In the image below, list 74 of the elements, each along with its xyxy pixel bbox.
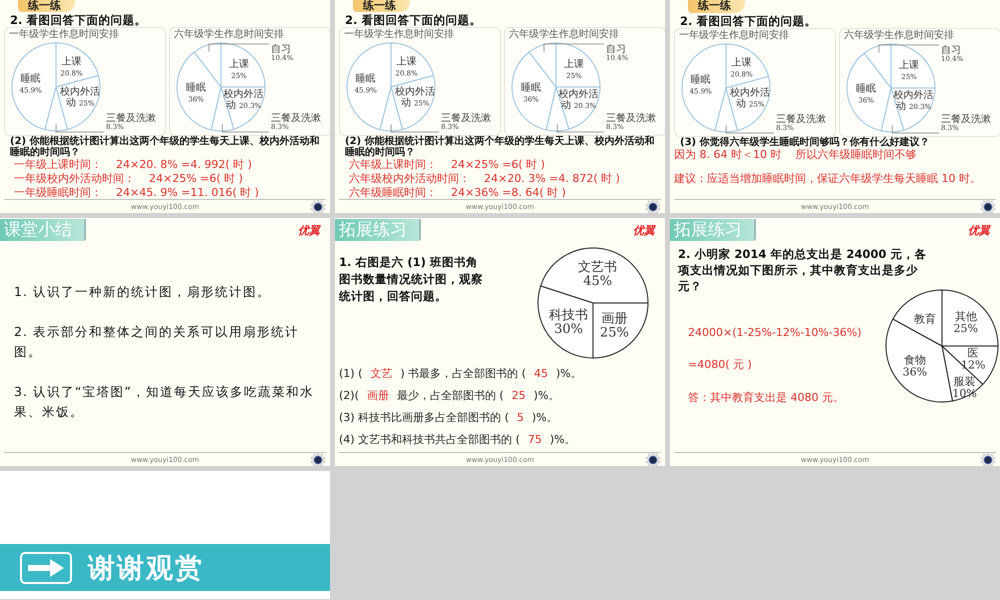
fill-in-sentence: (3) 科技书比画册多占全部图书的 ( 5 )%。: [339, 410, 559, 425]
slice-label: 科技书 30%: [549, 308, 588, 337]
chart-title: 六年级学生作息时间安排: [844, 30, 954, 41]
section-tab: 练一练: [353, 0, 410, 12]
section-tab: 拓展练习: [670, 219, 756, 241]
summary-point: 1. 认识了一种新的统计图，扇形统计图。: [14, 283, 272, 301]
gear-icon: [980, 452, 996, 466]
chart-title: 一年级学生作息时间安排: [344, 29, 454, 40]
slice-label: 食物 36%: [902, 354, 928, 379]
slide[interactable]: [335, 0, 665, 213]
answer-text: 24×36% =8. 64( 时 ): [451, 187, 566, 199]
answer-text: 24×25% =6( 时 ): [149, 173, 243, 185]
leader-line: [56, 124, 104, 132]
summary-point: 3. 认识了“宝塔图”，知道每天应该多吃蔬菜和水果、米饭。: [14, 383, 315, 421]
slice-label: 画册 25%: [600, 311, 629, 340]
leader-line: [222, 124, 270, 132]
gear-icon: [645, 198, 661, 213]
answer-label: 六年级睡眠时间：: [349, 187, 437, 199]
answer-text: 建议：应适当增加睡眠时间，保证六年级学生每天睡眠 10 时。: [674, 173, 981, 185]
question-text: 2. 看图回答下面的问题。: [680, 14, 818, 28]
leader-line: [726, 125, 774, 134]
answer-text: 24×25% =6( 时 ): [451, 159, 545, 171]
leader-line: [556, 124, 604, 132]
summary-point: 2. 表示部分和整体之间的关系可以用扇形统计图。: [14, 323, 300, 361]
prompt-text: (2) 你能根据统计图计算出这两个年级的学生每天上课、校内外活动和睡眠的时间吗？: [345, 136, 656, 158]
leader-line: [390, 124, 440, 132]
question-text: 2. 小明家 2014 年的总支出是 24000 元，各项支出情况如下图所示，其中教育支出是多少元？: [676, 246, 928, 294]
answer-label: 一年级校内外活动时间：: [14, 173, 135, 185]
slice-label: 教育: [914, 312, 936, 326]
answer-label: 因为 8. 64 时＜10 时: [674, 149, 782, 161]
fill-in-sentence: (1) ( 文艺 ) 书最多，占全部图书的 ( 45 )%。: [339, 366, 583, 381]
gear-icon: [980, 198, 996, 213]
answer-text: 所以六年级睡眠时间不够: [795, 149, 916, 161]
section-tab: 课堂小结: [0, 219, 86, 241]
logo: 优翼: [633, 222, 655, 238]
question-text: 1. 右图是六 (1) 班图书角图书数量情况统计图，观察统计图，回答问题。: [339, 254, 484, 305]
answer-label: 一年级睡眠时间：: [14, 187, 102, 199]
prompt-text: (2) 你能根据统计图计算出这两个年级的学生每天上课、校内外活动和睡眠的时间吗？: [10, 136, 321, 158]
leader-line: [544, 44, 604, 52]
section-tab: 拓展练习: [335, 219, 421, 241]
chart-title: 一年级学生作息时间安排: [679, 30, 789, 41]
logo: 优翼: [298, 222, 320, 238]
question-text: 2. 看图回答下面的问题。: [345, 13, 482, 27]
question-text: 2. 看图回答下面的问题。: [10, 13, 148, 27]
gear-icon: [645, 452, 661, 466]
answer-text: 24×20. 8% =4. 992( 时 ): [116, 159, 252, 171]
closing-title: 谢谢观赏: [88, 552, 204, 586]
answer-label: 六年级上课时间：: [349, 159, 437, 171]
slice-label: 其他 25%: [954, 310, 978, 336]
answer-label: 一年级上课时间：: [14, 159, 102, 171]
leader-line: [208, 44, 270, 52]
solution-line: 24000×(1-25%-12%-10%-36%): [688, 326, 862, 339]
solution-line: =4080( 元 ): [688, 357, 753, 372]
slice-label: 医 12%: [961, 346, 986, 372]
chart-title: 一年级学生作息时间安排: [9, 29, 119, 40]
logo: 优翼: [968, 222, 990, 238]
slide[interactable]: [0, 0, 330, 213]
answer-text: 24×45. 9% =11. 016( 时 ): [116, 187, 259, 199]
gear-icon: [310, 452, 326, 466]
chart-title: 六年级学生作息时间安排: [174, 29, 284, 40]
slide[interactable]: [670, 0, 1000, 213]
slice-label: 文艺书 45%: [578, 260, 618, 290]
section-tab: 练一练: [688, 0, 745, 13]
answer-label: 六年级校内外活动时间：: [349, 173, 470, 185]
fill-in-sentence: (4) 文艺书和科技书共占全部图书的 ( 75 )%。: [339, 432, 577, 447]
gear-icon: [310, 198, 326, 213]
answer-text: 24×20. 3% =4. 872( 时 ): [484, 173, 620, 185]
leader-line: [878, 44, 940, 53]
chart-title: 六年级学生作息时间安排: [509, 29, 619, 40]
prompt-text: (3) 你觉得六年级学生睡眠时间够吗？你有什么好建议？: [680, 137, 931, 148]
leader-line: [892, 124, 940, 134]
fill-in-sentence: (2)( 画册 最少，占全部图书的 ( 25 )%。: [339, 388, 560, 403]
section-tab: 练一练: [18, 0, 75, 12]
solution-line: 答：其中教育支出是 4080 元。: [688, 390, 845, 405]
